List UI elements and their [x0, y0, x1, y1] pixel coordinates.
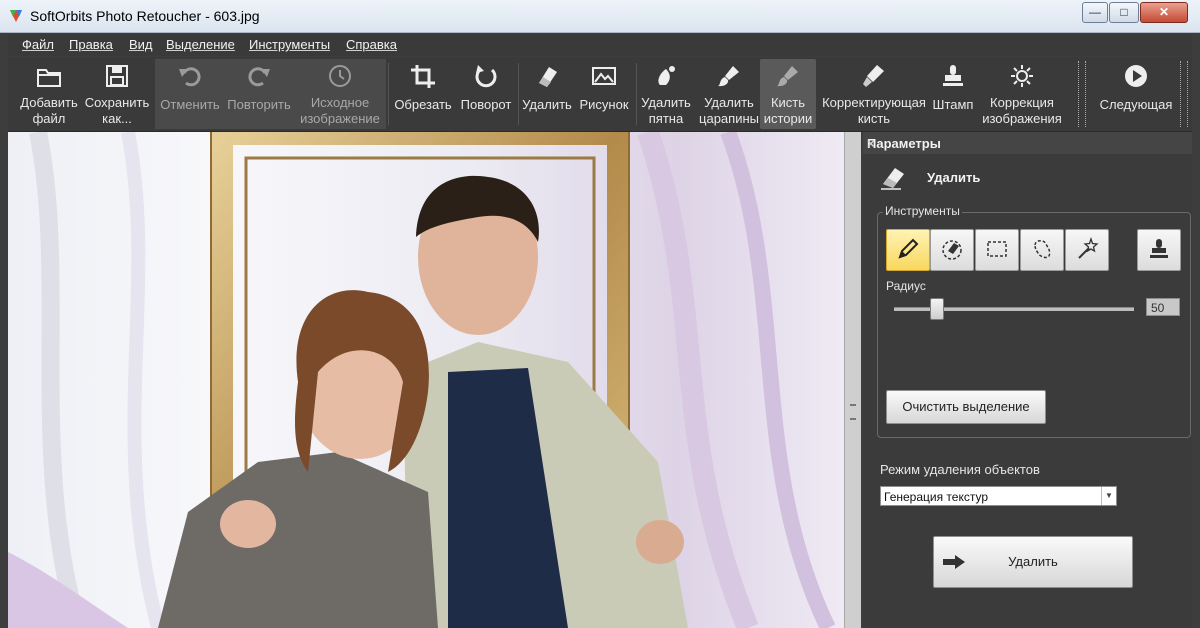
lasso-tool-button[interactable] — [1020, 229, 1064, 271]
correcting-brush-icon — [863, 65, 884, 87]
rect-select-icon — [987, 241, 1007, 257]
stamp-icon — [943, 65, 963, 86]
add-file-button[interactable]: Добавить файл — [16, 59, 82, 129]
magic-wand-tool-button[interactable] — [1065, 229, 1109, 271]
panel-header: Параметры × — [863, 132, 1192, 154]
lasso-icon — [1034, 240, 1051, 259]
stamp-icon — [1150, 239, 1168, 258]
menu-bar: Файл Правка Вид Выделение Инструменты Сп… — [8, 34, 1192, 56]
toolbar-overflow-handle[interactable] — [1180, 61, 1188, 127]
eraser-selection-icon — [942, 240, 962, 260]
parameters-panel: Параметры × Удалить Инструменты Радиус 5… — [863, 132, 1192, 628]
photo-canvas[interactable] — [8, 132, 844, 628]
maximize-button[interactable]: □ — [1109, 2, 1139, 23]
floppy-icon — [106, 65, 128, 87]
current-tool-label: Удалить — [927, 170, 981, 185]
next-play-icon — [1125, 65, 1147, 87]
image-correction-button[interactable]: Коррекция изображения — [978, 59, 1066, 129]
magic-wand-icon — [1078, 237, 1099, 259]
removal-mode-label: Режим удаления объектов — [880, 462, 1040, 477]
pencil-icon — [898, 238, 919, 259]
app-icon — [10, 10, 22, 22]
save-as-button[interactable]: Сохранить как... — [83, 59, 151, 129]
spot-brush-icon — [658, 66, 675, 85]
tools-group-title: Инструменты — [883, 204, 962, 218]
eraser-selection-tool-button[interactable] — [930, 229, 974, 271]
removal-mode-select[interactable]: Генерация текстур ▼ — [880, 486, 1117, 506]
stamp-tool-button[interactable] — [1137, 229, 1181, 271]
remove-button-label: Удалить — [1008, 554, 1058, 569]
window-title: SoftOrbits Photo Retoucher - 603.jpg — [30, 8, 260, 24]
history-brush-button[interactable]: Кисть истории — [760, 59, 816, 129]
brush-icon — [718, 66, 739, 87]
crop-icon — [411, 65, 435, 88]
close-button[interactable]: ✕ — [1140, 2, 1188, 23]
stamp-button[interactable]: Штамп — [930, 59, 976, 129]
undo-button[interactable]: Отменить — [158, 59, 222, 129]
clear-selection-button[interactable]: Очистить выделение — [886, 390, 1046, 424]
remove-spots-button[interactable]: Удалить пятна — [636, 59, 696, 129]
rect-select-tool-button[interactable] — [975, 229, 1019, 271]
remove-button[interactable]: Удалить — [933, 536, 1133, 588]
radius-slider-thumb[interactable] — [930, 298, 945, 320]
removal-mode-value: Генерация текстур — [884, 490, 989, 504]
panel-splitter[interactable] — [844, 132, 861, 628]
original-image-button[interactable]: Исходное изображение — [298, 59, 382, 129]
undo-icon — [179, 67, 201, 87]
history-brush-icon — [777, 66, 798, 87]
toolbar: Добавить файл Сохранить как... Отменить … — [8, 57, 1192, 132]
toolbar-overflow-handle[interactable] — [1078, 61, 1086, 127]
next-button[interactable]: Следующая — [1096, 59, 1176, 129]
splitter-grip[interactable] — [850, 404, 856, 420]
drawing-button[interactable]: Рисунок — [575, 59, 633, 129]
menu-edit[interactable]: Правка — [69, 37, 113, 52]
radius-label: Радиус — [886, 279, 926, 293]
remove-scratches-button[interactable]: Удалить царапины — [696, 59, 762, 129]
sun-icon — [1011, 65, 1033, 87]
photo — [8, 132, 844, 628]
rotate-icon — [475, 65, 497, 88]
toolbar-separator — [388, 63, 389, 125]
radius-value-input[interactable]: 50 — [1146, 298, 1180, 316]
erase-button[interactable]: Удалить — [520, 59, 574, 129]
correcting-brush-button[interactable]: Корректирующая кисть — [818, 59, 930, 129]
menu-tools[interactable]: Инструменты — [249, 37, 330, 52]
crop-button[interactable]: Обрезать — [392, 59, 454, 129]
chevron-down-icon[interactable]: ▼ — [1101, 487, 1116, 505]
folder-open-icon — [37, 69, 61, 87]
menu-selection[interactable]: Выделение — [166, 37, 235, 52]
menu-help[interactable]: Справка — [346, 37, 397, 52]
clock-restore-icon — [329, 65, 351, 87]
rotate-button[interactable]: Поворот — [456, 59, 516, 129]
title-bar: SoftOrbits Photo Retoucher - 603.jpg — □… — [0, 0, 1200, 33]
panel-close-button[interactable]: × — [867, 136, 1186, 151]
redo-icon — [248, 67, 270, 87]
eraser-icon — [881, 168, 904, 190]
pencil-tool-button[interactable] — [886, 229, 930, 271]
minimize-button[interactable]: — — [1082, 2, 1108, 23]
toolbar-separator — [518, 63, 519, 125]
menu-file[interactable]: Файл — [22, 37, 54, 52]
redo-button[interactable]: Повторить — [224, 59, 294, 129]
picture-icon — [592, 67, 616, 85]
menu-view[interactable]: Вид — [129, 37, 153, 52]
eraser-icon — [539, 67, 557, 87]
